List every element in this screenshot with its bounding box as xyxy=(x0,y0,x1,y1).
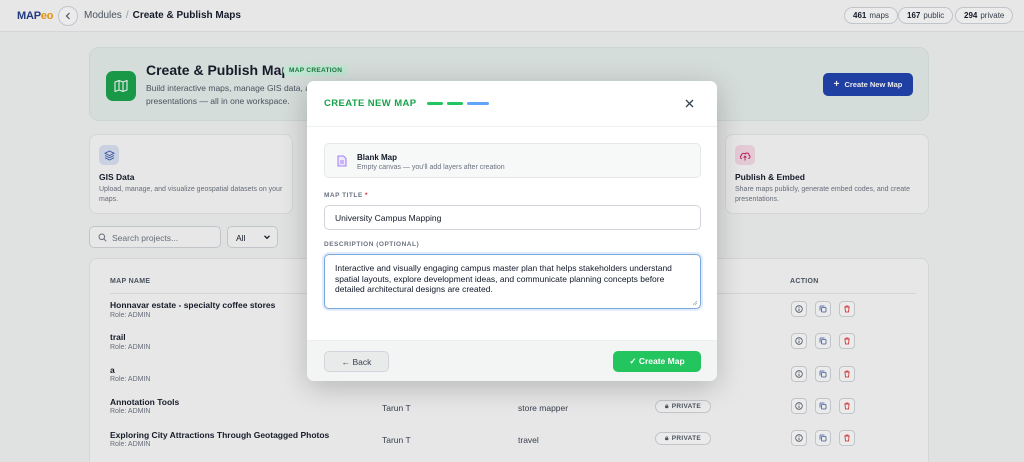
template-desc: Empty canvas — you'll add layers after c… xyxy=(357,164,505,171)
map-title-label-text: MAP TITLE xyxy=(324,192,363,199)
map-title-label: MAP TITLE * xyxy=(324,192,368,199)
create-map-button[interactable]: ✓ Create Map xyxy=(613,351,701,372)
modal-title: CREATE NEW MAP xyxy=(324,98,417,109)
create-map-modal: CREATE NEW MAP Blank Map Empty canvas — … xyxy=(307,81,717,381)
template-option-blank[interactable]: Blank Map Empty canvas — you'll add laye… xyxy=(324,143,701,178)
required-mark: * xyxy=(365,192,369,199)
step-indicator-3 xyxy=(467,102,489,105)
map-title-input[interactable]: University Campus Mapping xyxy=(324,205,701,230)
template-title: Blank Map xyxy=(357,153,398,162)
description-label: DESCRIPTION (OPTIONAL) xyxy=(324,241,420,248)
document-icon xyxy=(337,155,347,167)
step-indicator-2 xyxy=(447,102,463,105)
step-indicator-1 xyxy=(427,102,443,105)
close-icon[interactable] xyxy=(683,97,696,110)
description-textarea[interactable]: Interactive and visually engaging campus… xyxy=(324,254,701,309)
modal-footer: ← Back ✓ Create Map xyxy=(307,340,717,381)
description-text: Interactive and visually engaging campus… xyxy=(335,263,672,294)
modal-header: CREATE NEW MAP xyxy=(307,81,717,127)
back-button[interactable]: ← Back xyxy=(324,351,389,372)
resize-grip-icon[interactable] xyxy=(692,300,698,306)
